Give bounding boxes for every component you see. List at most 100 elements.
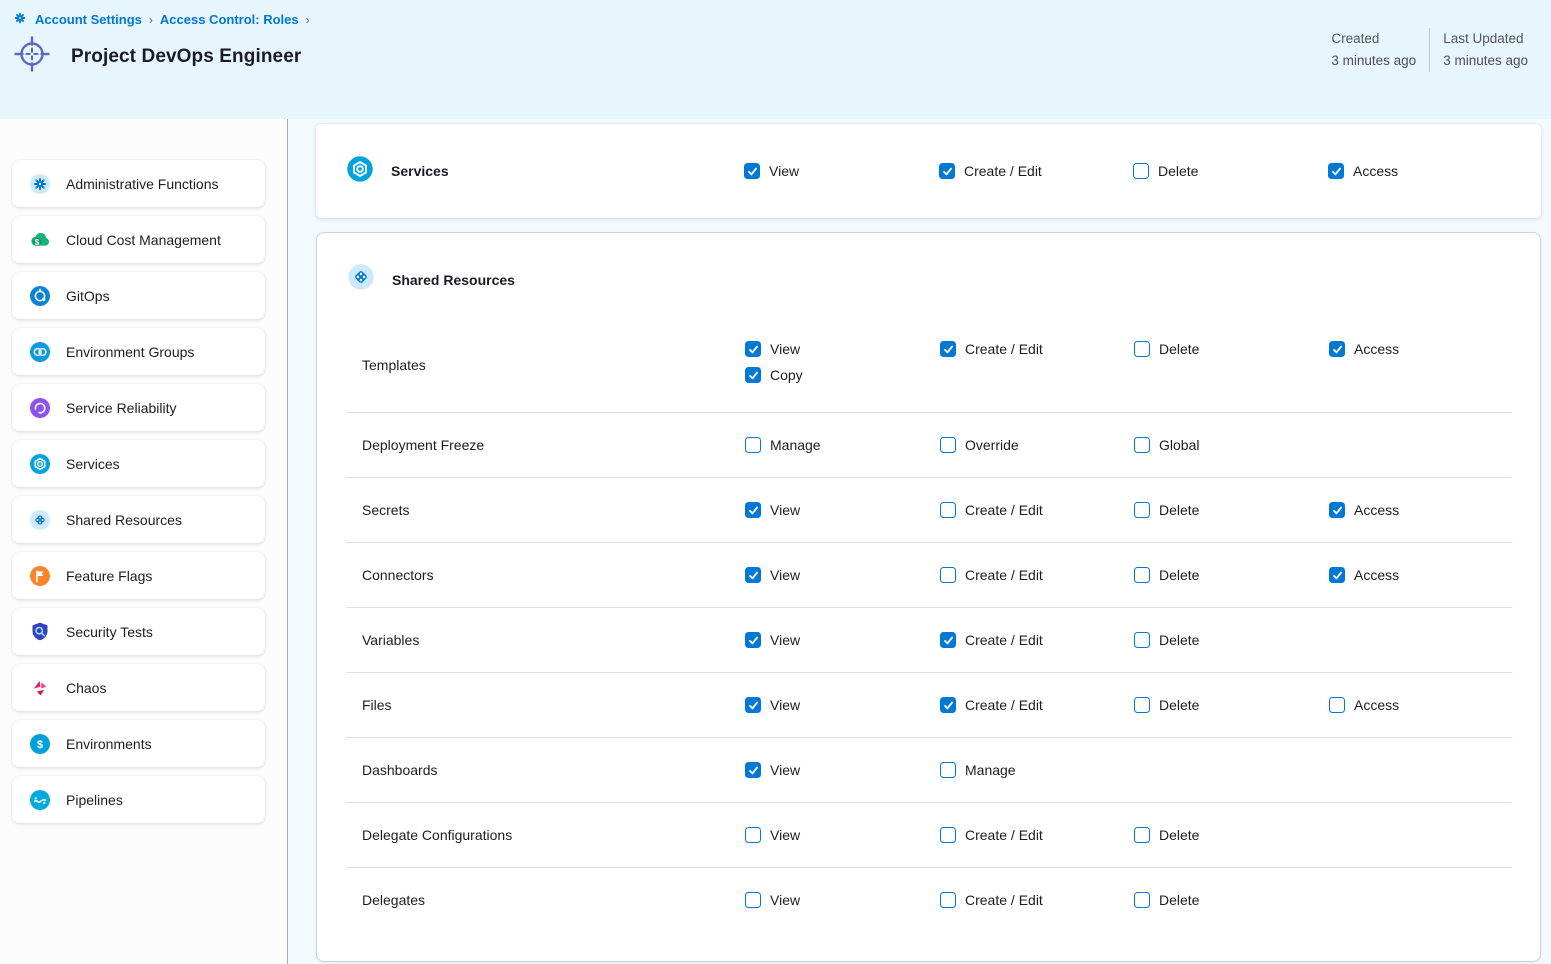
gitops-icon xyxy=(29,285,51,307)
shared-resources-icon xyxy=(347,263,375,296)
permission-cell: Delete xyxy=(1134,892,1329,908)
view-checkbox[interactable] xyxy=(745,762,761,778)
permission-delete: Delete xyxy=(1134,502,1329,518)
override-checkbox[interactable] xyxy=(940,437,956,453)
permission-row-deployment-freeze: Deployment FreezeManage Override Global xyxy=(317,413,1540,477)
sidebar-item-chaos[interactable]: Chaos xyxy=(12,664,265,711)
create-edit-checkbox[interactable] xyxy=(940,567,956,583)
permission-label: Delete xyxy=(1159,341,1199,357)
sidebar-item-security-tests[interactable]: Security Tests xyxy=(12,608,265,655)
permission-create-edit: Create / Edit xyxy=(940,567,1134,583)
delete-checkbox[interactable] xyxy=(1134,697,1150,713)
svg-text:$: $ xyxy=(37,739,43,751)
access-checkbox[interactable] xyxy=(1329,697,1345,713)
sidebar-item-administrative-functions[interactable]: Administrative Functions xyxy=(12,160,265,207)
permission-label: Override xyxy=(965,437,1019,453)
permission-label: Manage xyxy=(965,762,1016,778)
permission-label: View xyxy=(770,762,800,778)
sidebar-item-feature-flags[interactable]: Feature Flags xyxy=(12,552,265,599)
delete-checkbox[interactable] xyxy=(1134,892,1150,908)
security-tests-icon xyxy=(29,621,51,643)
sidebar-item-label: Service Reliability xyxy=(66,400,176,416)
delete-checkbox[interactable] xyxy=(1134,502,1150,518)
permission-label: Create / Edit xyxy=(965,567,1043,583)
sidebar-item-service-reliability[interactable]: Service Reliability xyxy=(12,384,265,431)
permission-label: View xyxy=(770,502,800,518)
access-checkbox[interactable] xyxy=(1329,502,1345,518)
feature-flags-icon xyxy=(29,565,51,587)
delete-checkbox[interactable] xyxy=(1134,827,1150,843)
access-checkbox[interactable] xyxy=(1329,567,1345,583)
create-edit-checkbox[interactable] xyxy=(940,632,956,648)
resource-label: Delegates xyxy=(362,892,745,908)
permission-create-edit: Create / Edit xyxy=(940,697,1134,713)
create-edit-checkbox[interactable] xyxy=(939,163,955,179)
copy-checkbox[interactable] xyxy=(745,367,761,383)
view-checkbox[interactable] xyxy=(744,163,760,179)
resource-label: Secrets xyxy=(362,502,745,518)
permission-label: Create / Edit xyxy=(965,697,1043,713)
breadcrumb-separator-icon: › xyxy=(306,13,310,27)
environments-icon: $ xyxy=(29,733,51,755)
global-checkbox[interactable] xyxy=(1134,437,1150,453)
permission-delete: Delete xyxy=(1134,827,1329,843)
permission-label: Delete xyxy=(1159,827,1199,843)
access-checkbox[interactable] xyxy=(1329,341,1345,357)
breadcrumb-access-control-roles[interactable]: Access Control: Roles xyxy=(160,12,299,27)
permission-label: Delete xyxy=(1159,567,1199,583)
sidebar-item-pipelines[interactable]: Pipelines xyxy=(12,776,265,823)
delete-checkbox[interactable] xyxy=(1134,567,1150,583)
create-edit-checkbox[interactable] xyxy=(940,502,956,518)
view-checkbox[interactable] xyxy=(745,341,761,357)
permission-label: View xyxy=(770,341,800,357)
permission-view: View xyxy=(745,892,940,908)
permission-cell: Manage xyxy=(940,762,1134,778)
permission-cell: View xyxy=(745,762,940,778)
view-checkbox[interactable] xyxy=(745,567,761,583)
sidebar-item-shared-resources[interactable]: Shared Resources xyxy=(12,496,265,543)
sidebar-item-services[interactable]: Services xyxy=(12,440,265,487)
permission-cell: Access xyxy=(1329,697,1540,713)
view-checkbox[interactable] xyxy=(745,502,761,518)
manage-checkbox[interactable] xyxy=(745,437,761,453)
permission-label: Create / Edit xyxy=(965,892,1043,908)
last-updated-meta: Last Updated 3 minutes ago xyxy=(1430,28,1541,72)
created-label: Created xyxy=(1331,28,1416,50)
permission-row-connectors: ConnectorsViewCreate / EditDeleteAccess xyxy=(317,543,1540,607)
delete-checkbox[interactable] xyxy=(1134,632,1150,648)
delete-checkbox[interactable] xyxy=(1133,163,1149,179)
permission-cell: View xyxy=(744,163,939,179)
create-edit-checkbox[interactable] xyxy=(940,341,956,357)
permission-cell: Create / Edit xyxy=(940,827,1134,843)
create-edit-checkbox[interactable] xyxy=(940,697,956,713)
access-checkbox[interactable] xyxy=(1328,163,1344,179)
sidebar-item-label: Security Tests xyxy=(66,624,153,640)
permission-label: Create / Edit xyxy=(964,163,1042,179)
permission-delete: Delete xyxy=(1133,163,1328,179)
page-header: Account Settings › Access Control: Roles… xyxy=(0,0,1551,119)
sidebar-item-gitops[interactable]: GitOps xyxy=(12,272,265,319)
view-checkbox[interactable] xyxy=(745,827,761,843)
permission-cell: Create / Edit xyxy=(940,502,1134,518)
resource-label: Deployment Freeze xyxy=(362,437,745,453)
permission-view: View xyxy=(745,341,940,357)
delete-checkbox[interactable] xyxy=(1134,341,1150,357)
breadcrumb-account-settings[interactable]: Account Settings xyxy=(35,12,142,27)
permission-cell: Manage xyxy=(745,437,940,453)
create-edit-checkbox[interactable] xyxy=(940,892,956,908)
permission-global: Global xyxy=(1134,437,1329,453)
create-edit-checkbox[interactable] xyxy=(940,827,956,843)
sidebar-item-environment-groups[interactable]: Environment Groups xyxy=(12,328,265,375)
view-checkbox[interactable] xyxy=(745,632,761,648)
page-title: Project DevOps Engineer xyxy=(71,46,301,68)
permission-manage: Manage xyxy=(745,437,940,453)
role-title-row: Project DevOps Engineer xyxy=(12,34,1535,79)
permission-cell: Delete xyxy=(1134,827,1329,843)
sidebar-item-environments[interactable]: $ Environments xyxy=(12,720,265,767)
view-checkbox[interactable] xyxy=(745,697,761,713)
breadcrumb-separator-icon: › xyxy=(149,13,153,27)
view-checkbox[interactable] xyxy=(745,892,761,908)
manage-checkbox[interactable] xyxy=(940,762,956,778)
sidebar-item-label: Environments xyxy=(66,736,152,752)
sidebar-item-cloud-cost-management[interactable]: $Cloud Cost Management xyxy=(12,216,265,263)
